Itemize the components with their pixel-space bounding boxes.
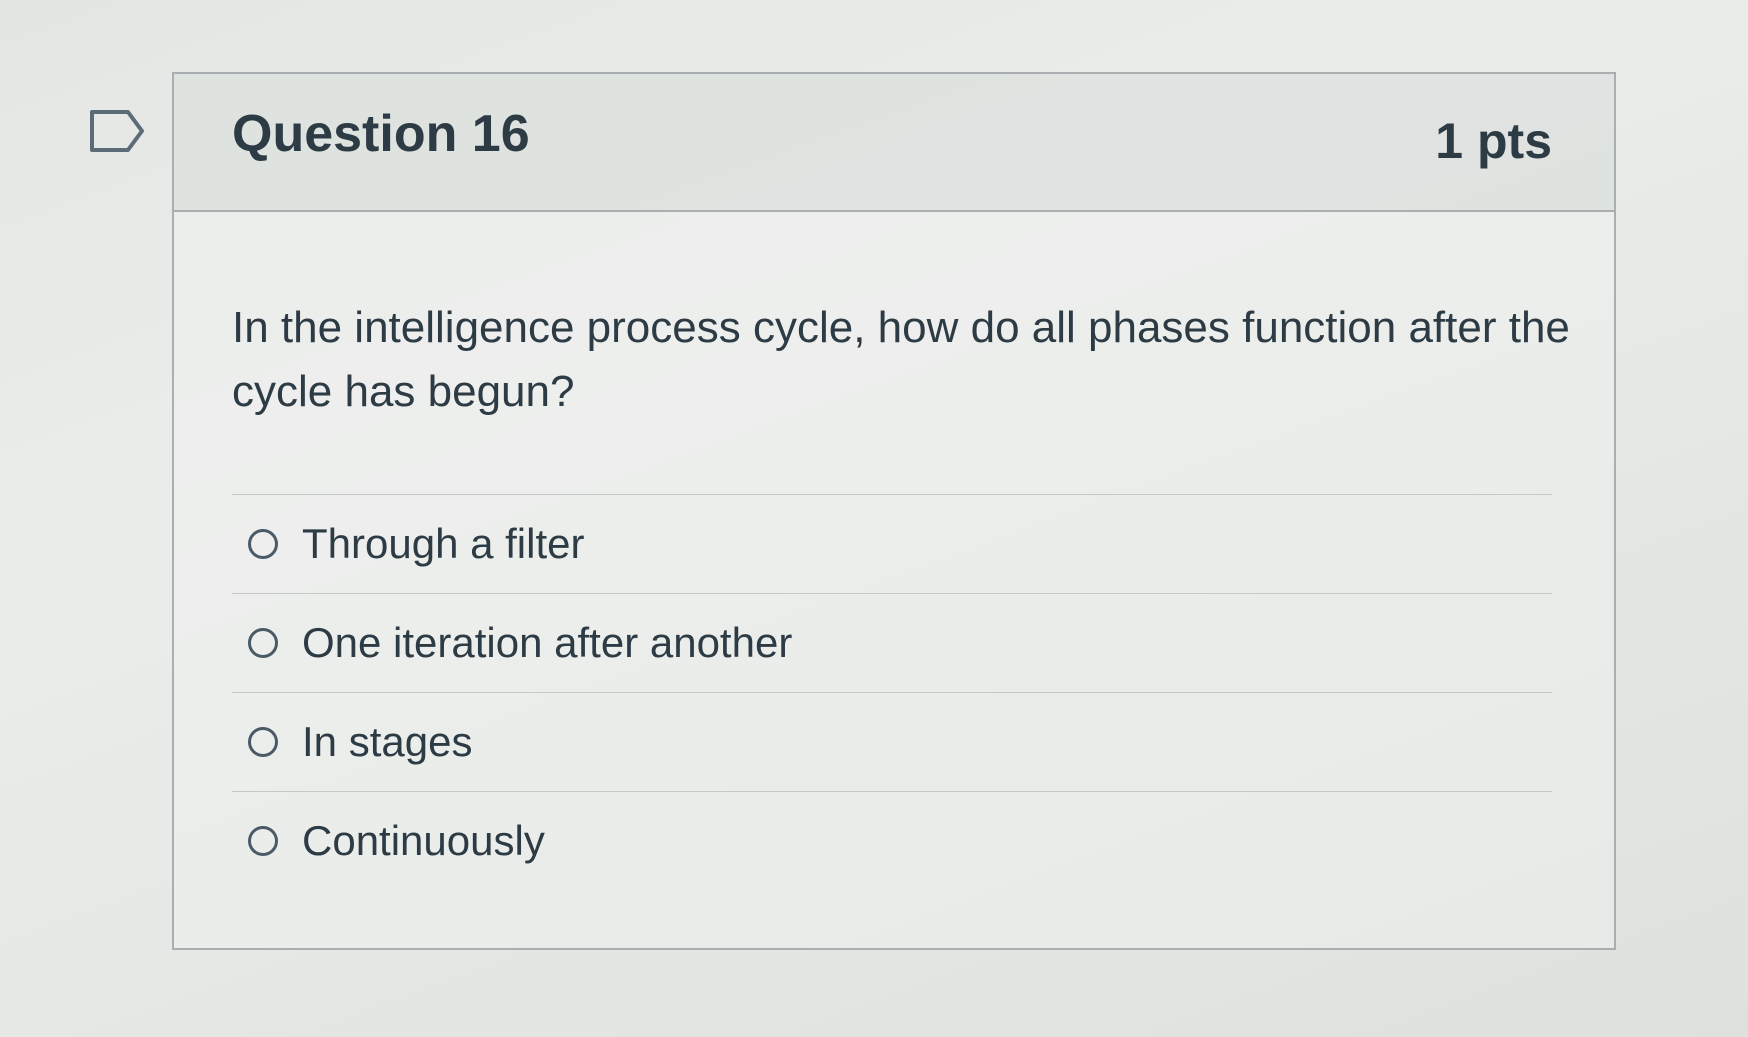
question-title: Question 16 [232,105,530,163]
answer-option[interactable]: Through a filter [232,495,1552,593]
answer-list: Through a filter One iteration after ano… [232,494,1552,890]
answer-label: Continuously [302,817,545,864]
radio-button[interactable] [248,826,278,856]
question-header: Question 16 1 pts [174,74,1614,212]
question-points: 1 pts [1435,113,1552,169]
question-text: In the intelligence process cycle, how d… [232,303,1570,416]
answer-label: One iteration after another [302,619,793,666]
radio-button[interactable] [248,529,278,559]
answer-label: Through a filter [302,520,585,567]
answer-label: In stages [302,718,473,765]
question-card: Question 16 1 pts In the intelligence pr… [172,72,1616,950]
radio-button[interactable] [248,727,278,757]
radio-button[interactable] [248,628,278,658]
answer-option[interactable]: One iteration after another [232,594,1552,692]
answer-option[interactable]: In stages [232,693,1552,791]
flag-question-icon[interactable] [88,106,148,156]
answer-option[interactable]: Continuously [232,792,1552,890]
